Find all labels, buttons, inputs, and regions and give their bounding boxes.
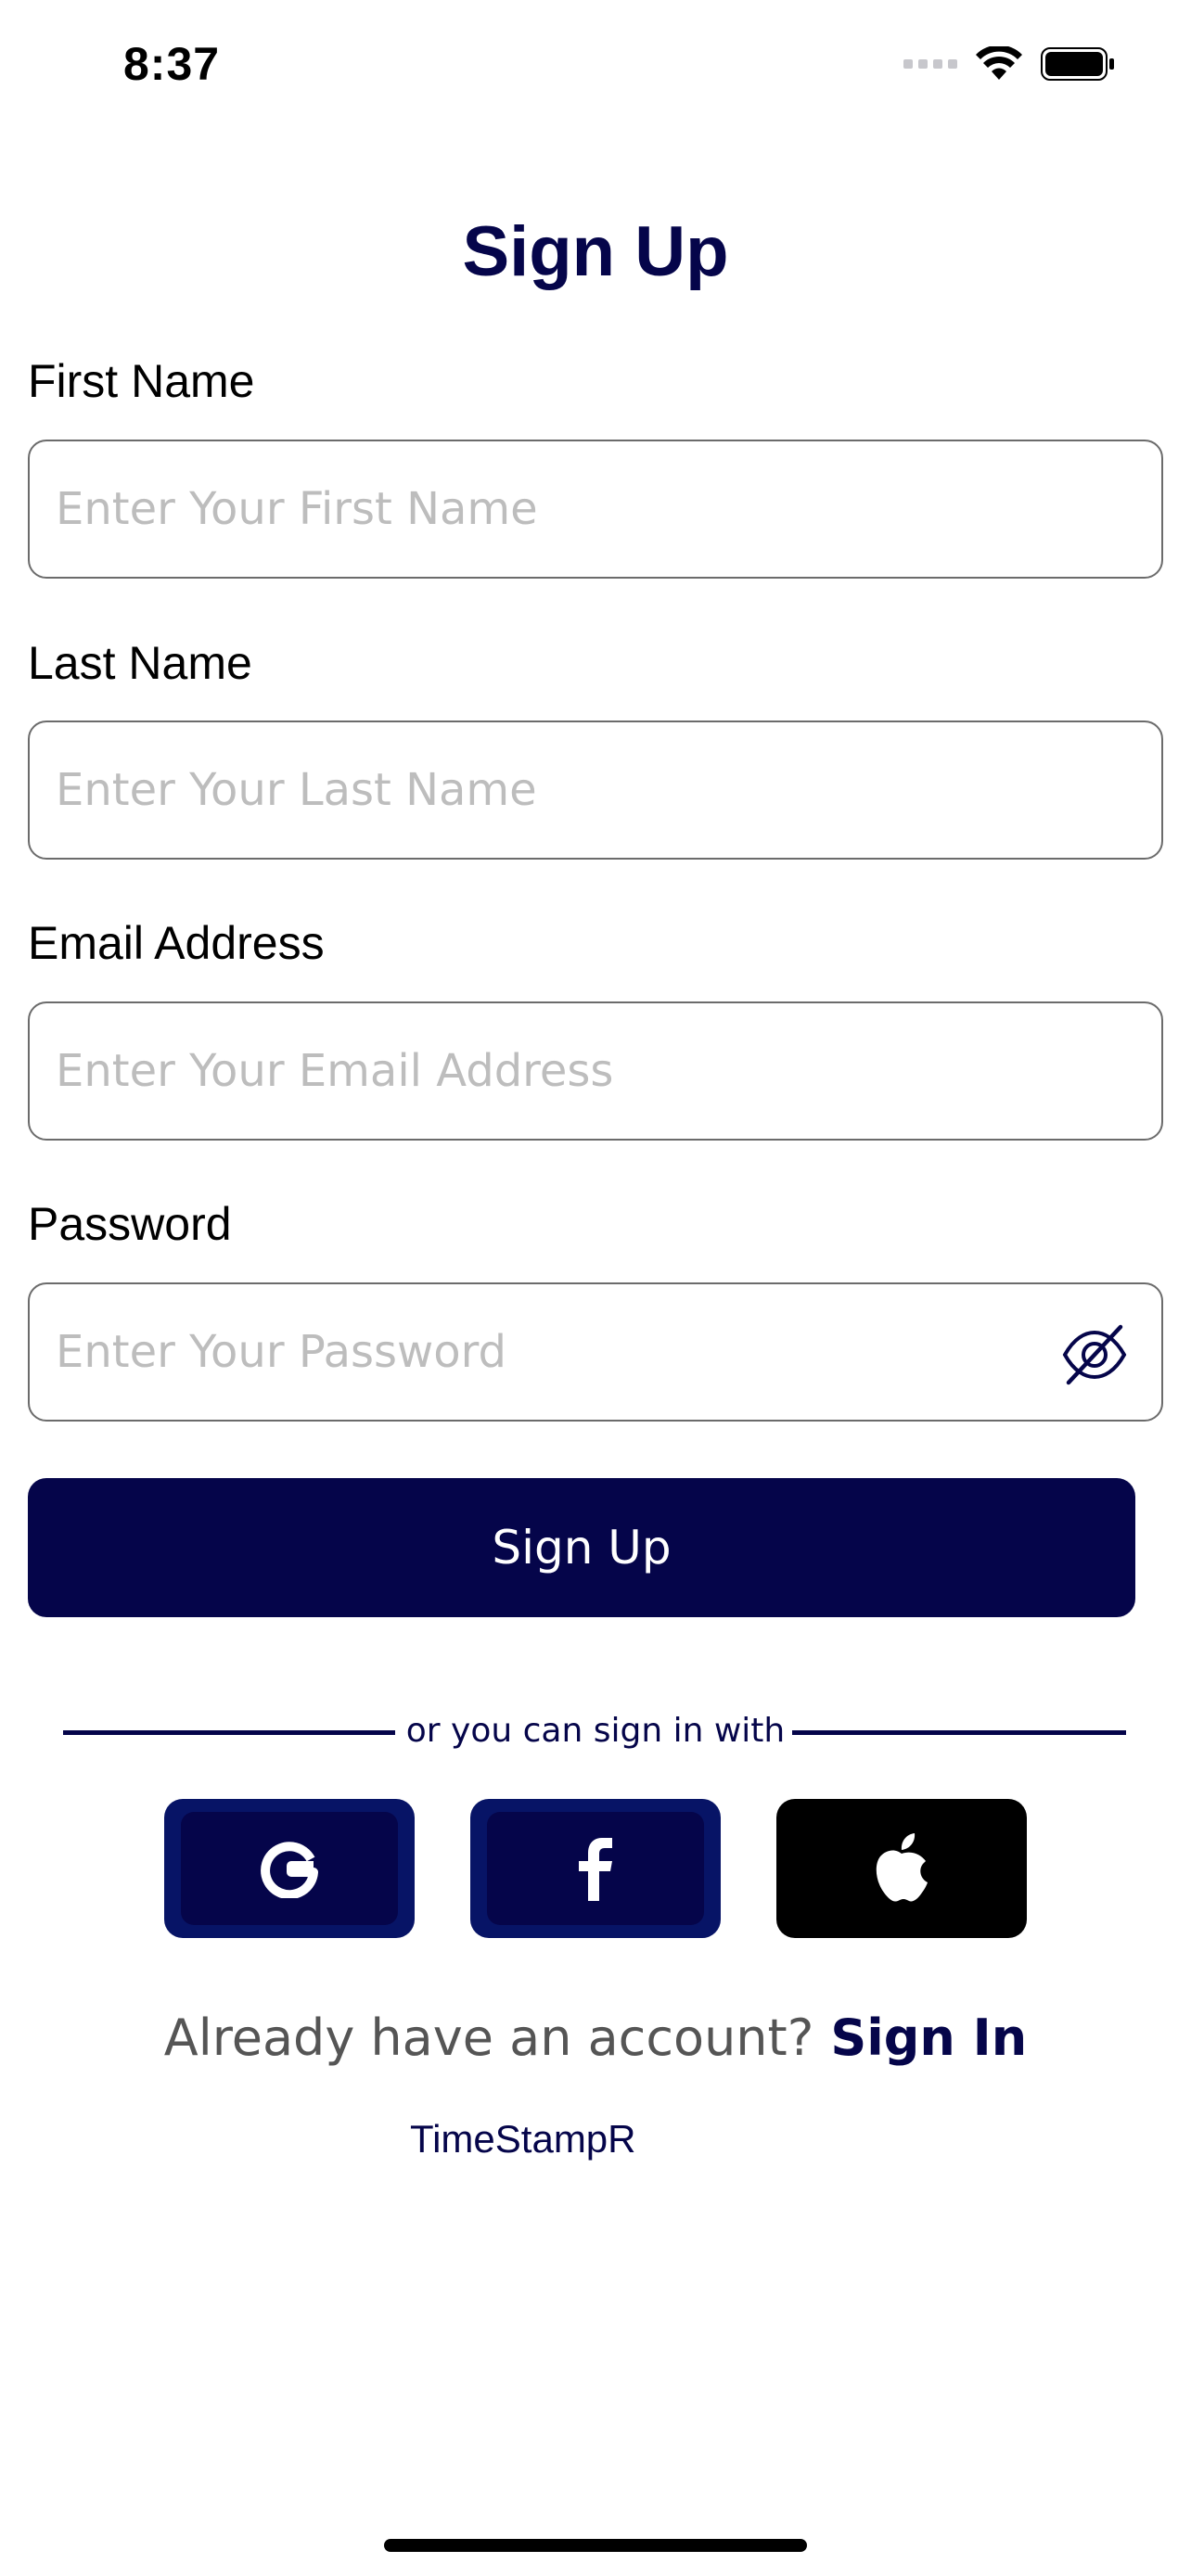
facebook-signin-button[interactable] xyxy=(470,1799,721,1938)
brand-name: TimeStampR xyxy=(410,2117,636,2161)
google-signin-button[interactable] xyxy=(164,1799,415,1938)
google-icon xyxy=(261,1842,318,1898)
cellular-signal-icon xyxy=(903,59,957,69)
status-time: 8:37 xyxy=(123,38,221,90)
last-name-field[interactable] xyxy=(28,721,1163,860)
apple-icon xyxy=(876,1833,928,1902)
account-question: Already have an account? xyxy=(163,2009,814,2067)
first-name-field[interactable] xyxy=(28,440,1163,579)
apple-signin-button[interactable] xyxy=(776,1799,1027,1938)
email-label: Email Address xyxy=(28,917,325,969)
email-field[interactable] xyxy=(28,1001,1163,1141)
last-name-label: Last Name xyxy=(28,637,252,689)
signup-button[interactable]: Sign Up xyxy=(28,1478,1135,1617)
wifi-icon xyxy=(976,46,1022,80)
home-indicator[interactable] xyxy=(384,2539,807,2552)
battery-icon xyxy=(1041,47,1114,81)
page-title: Sign Up xyxy=(462,212,729,291)
password-label: Password xyxy=(28,1198,232,1250)
first-name-label: First Name xyxy=(28,355,255,407)
status-icons xyxy=(903,46,1115,82)
password-field[interactable] xyxy=(28,1282,1163,1422)
password-input[interactable] xyxy=(56,1284,983,1420)
signin-link[interactable]: Sign In xyxy=(830,2009,1027,2067)
facebook-icon xyxy=(579,1838,612,1901)
signin-prompt: Already have an account? Sign In xyxy=(0,2009,1191,2067)
eye-off-icon[interactable] xyxy=(1061,1321,1128,1388)
divider-right xyxy=(792,1730,1126,1735)
last-name-input[interactable] xyxy=(56,722,983,858)
first-name-input[interactable] xyxy=(56,441,983,577)
signup-screen: 8:37 Sign Up First Name Last Name Email … xyxy=(0,0,1191,2576)
email-input[interactable] xyxy=(56,1003,983,1139)
